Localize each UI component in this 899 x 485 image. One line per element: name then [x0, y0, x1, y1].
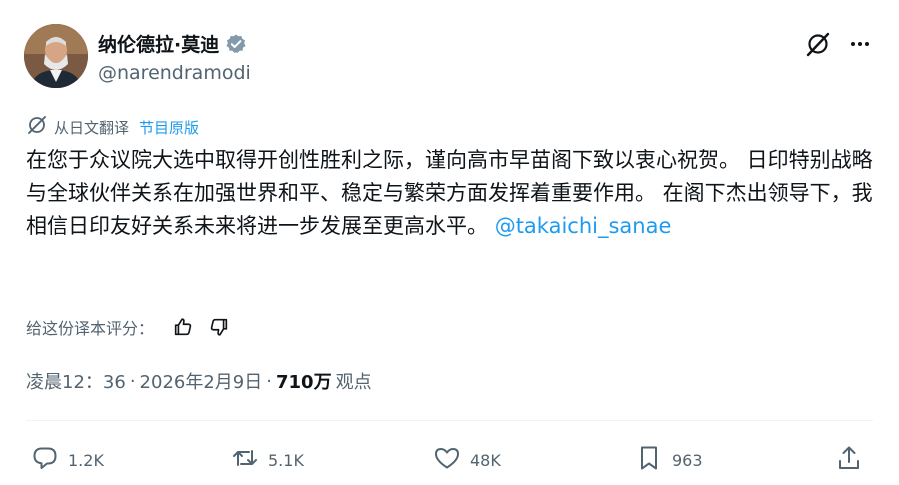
translation-label: 从日文翻译 [54, 118, 130, 137]
views-count: 710万 [276, 372, 332, 393]
bookmark-icon [634, 443, 664, 477]
mention-link[interactable]: @takaichi_sanae [495, 214, 672, 238]
meta-separator: · [266, 370, 272, 392]
grok-icon[interactable] [800, 26, 836, 62]
tweet-text: 在您于众议院大选中取得开创性胜利之际，谨向高市早苗阁下致以衷心祝贺。 日印特别战… [26, 144, 876, 243]
like-count: 48K [470, 450, 501, 470]
tweet-time[interactable]: 凌晨12：36 [26, 368, 126, 394]
thumbs-down-icon[interactable] [204, 312, 234, 342]
bookmark-count: 963 [672, 450, 703, 470]
bookmark-button[interactable]: 963 [634, 440, 703, 480]
verified-badge-icon[interactable] [225, 33, 247, 55]
reply-count: 1.2K [68, 450, 104, 470]
author-display-name[interactable]: 纳伦德拉·莫迪 [98, 30, 219, 57]
repost-count: 5.1K [268, 450, 304, 470]
views-label: 观点 [335, 372, 372, 393]
translate-icon [26, 114, 48, 140]
rate-translation-row: 给这份译本评分： [26, 312, 234, 342]
avatar-portrait [24, 24, 88, 88]
tweet-meta: 凌晨12：36 · 2026年2月9日 · 710万 观点 [26, 368, 372, 394]
divider [26, 420, 873, 421]
author-handle[interactable]: @narendramodi [98, 62, 251, 84]
tweet-body: 在您于众议院大选中取得开创性胜利之际，谨向高市早苗阁下致以衷心祝贺。 日印特别战… [26, 148, 873, 238]
action-bar: 1.2K 5.1K 48K 963 [26, 440, 873, 480]
repost-icon [230, 443, 260, 477]
author-name-row: 纳伦德拉·莫迪 [98, 30, 247, 57]
reply-icon [30, 443, 60, 477]
heart-icon [432, 443, 462, 477]
share-icon [834, 443, 864, 477]
more-icon[interactable] [842, 26, 878, 62]
like-button[interactable]: 48K [432, 440, 501, 480]
avatar[interactable] [24, 24, 88, 88]
share-button[interactable] [834, 440, 864, 480]
reply-button[interactable]: 1.2K [30, 440, 104, 480]
translation-row: 从日文翻译 节目原版 [26, 114, 199, 140]
rate-translation-label: 给这份译本评分： [26, 319, 155, 338]
show-original-link[interactable]: 节目原版 [139, 117, 199, 138]
thumbs-up-icon[interactable] [168, 312, 198, 342]
meta-separator: · [129, 370, 136, 392]
tweet-date[interactable]: 2026年2月9日 [140, 368, 263, 394]
repost-button[interactable]: 5.1K [230, 440, 304, 480]
